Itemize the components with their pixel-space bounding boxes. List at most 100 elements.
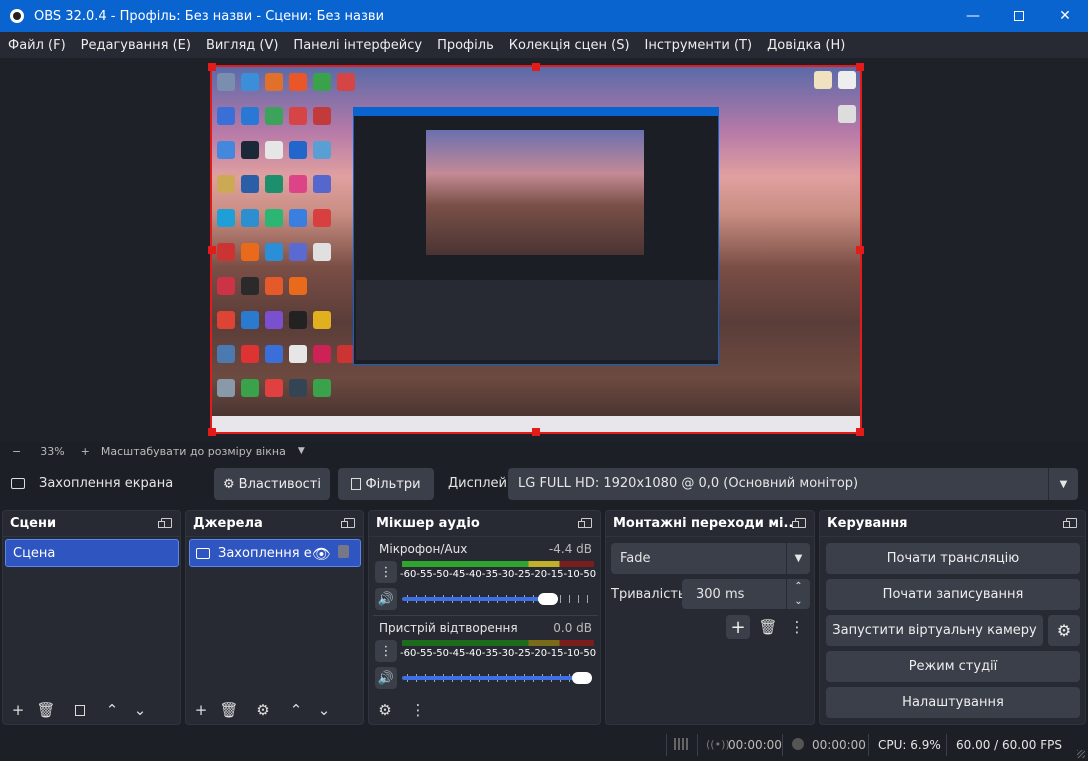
stream-time: 00:00:00 (728, 738, 782, 752)
transition-select-value: Fade (620, 551, 651, 566)
eye-icon[interactable]: 👁 (312, 545, 331, 563)
menu-scene-collection[interactable]: Колекція сцен (S) (501, 38, 637, 53)
meter-scale-tick: -45 (449, 569, 466, 580)
sources-title: Джерела (193, 516, 263, 531)
source-item[interactable]: Захоплення е 👁 (189, 539, 361, 567)
trash-icon[interactable]: 🗑 (35, 699, 57, 721)
minimize-button[interactable]: — (950, 0, 996, 32)
undock-icon[interactable] (158, 518, 172, 528)
sources-dock: Джерела Захоплення е 👁 + 🗑 ⚙ ⌃ ⌄ (185, 510, 364, 725)
chevron-down-icon: ▼ (1048, 468, 1078, 500)
resize-handle-r[interactable] (856, 246, 864, 254)
meter-scale-tick: -15 (547, 569, 564, 580)
desktop-icon-right-2 (838, 71, 856, 89)
mute-button[interactable]: 🔊 (375, 588, 397, 610)
start-recording-button[interactable]: Почати записування (826, 579, 1080, 610)
mute-button[interactable]: 🔊 (375, 667, 397, 689)
zoom-bar: − 33% + Масштабувати до розміру вікна ▼ (0, 442, 1088, 460)
studio-mode-button[interactable]: Режим студії (826, 651, 1080, 682)
scene-item[interactable]: Сцена (5, 539, 179, 567)
display-select[interactable]: LG FULL HD: 1920x1080 @ 0,0 (Основний мо… (508, 468, 1078, 500)
zoom-out-button[interactable]: − (12, 445, 21, 458)
meter-scale-tick: -30 (498, 648, 515, 659)
meter-scale-tick: -55 (416, 569, 433, 580)
virtual-camera-settings-button[interactable]: ⚙ (1048, 615, 1080, 646)
meter-scale-tick: -35 (481, 569, 499, 580)
settings-button[interactable]: Налаштування (826, 687, 1080, 718)
channel-menu-button[interactable]: ⋮ (375, 640, 397, 662)
volume-slider-handle[interactable] (572, 672, 592, 684)
move-down-icon[interactable]: ⌄ (129, 699, 151, 721)
add-scene-button[interactable]: + (7, 699, 29, 721)
channel-menu-button[interactable]: ⋮ (375, 561, 397, 583)
undock-icon[interactable] (578, 518, 592, 528)
preview-canvas[interactable] (210, 65, 862, 434)
start-streaming-button[interactable]: Почати трансляцію (826, 543, 1080, 574)
move-up-icon[interactable]: ⌃ (101, 699, 123, 721)
menu-docks[interactable]: Панелі інтерфейсу (285, 38, 429, 53)
volume-slider-handle[interactable] (537, 593, 558, 605)
zoom-level: 33% (40, 444, 65, 458)
trash-icon[interactable]: 🗑 (757, 616, 779, 638)
audio-mixer-dock: Мікшер аудіо Мікрофон/Aux -4.4 dB ⋮ -60-… (368, 510, 601, 725)
meter-scale-tick: -50 (432, 648, 450, 659)
menu-tools[interactable]: Інструменти (T) (637, 38, 760, 53)
network-signal-icon (674, 738, 688, 750)
resize-handle-bl[interactable] (208, 428, 216, 436)
zoom-fit-label[interactable]: Масштабувати до розміру вікна (101, 445, 286, 458)
zoom-in-button[interactable]: + (81, 445, 90, 458)
undock-icon[interactable] (1063, 518, 1077, 528)
speaker-icon: 🔊 (377, 670, 395, 686)
filters-button[interactable]: Фільтри (338, 468, 434, 500)
volume-slider[interactable] (402, 597, 558, 601)
resize-handle-br[interactable] (856, 428, 864, 436)
more-vertical-icon[interactable]: ⋮ (786, 616, 808, 638)
channel-db: -4.4 dB (548, 542, 592, 556)
cpu-usage: CPU: 6.9% (878, 738, 941, 752)
resize-handle-tl[interactable] (208, 63, 216, 71)
gear-icon: ⚙ (223, 476, 235, 492)
window-title: OBS 32.0.4 - Профіль: Без назви - Сцени:… (34, 8, 385, 24)
resize-handle-t[interactable] (532, 63, 540, 71)
move-down-icon[interactable]: ⌄ (313, 699, 335, 721)
menu-edit[interactable]: Редагування (E) (73, 38, 198, 53)
menu-file[interactable]: Файл (F) (0, 38, 73, 53)
close-button[interactable]: ✕ (1042, 0, 1088, 32)
streaming-icon: ((•)) (706, 738, 730, 751)
resize-grip-icon[interactable] (1077, 750, 1085, 758)
add-source-button[interactable]: + (190, 699, 212, 721)
spin-up-icon[interactable]: ⌃ (786, 579, 810, 594)
title-bar: OBS 32.0.4 - Профіль: Без назви - Сцени:… (0, 0, 1088, 32)
filter-icon (351, 478, 362, 490)
source-name: Захоплення екрана (39, 476, 174, 491)
menu-help[interactable]: Довідка (H) (759, 38, 852, 53)
trash-icon[interactable]: 🗑 (218, 699, 240, 721)
zoom-dropdown-icon[interactable]: ▼ (298, 446, 305, 456)
menu-view[interactable]: Вигляд (V) (198, 38, 285, 53)
duration-input[interactable]: 300 ms ⌃ ⌄ (682, 579, 810, 609)
maximize-button[interactable] (996, 0, 1042, 32)
scene-filters-button[interactable] (69, 699, 91, 721)
minimize-icon: — (966, 8, 980, 24)
undock-icon[interactable] (341, 518, 355, 528)
spin-down-icon[interactable]: ⌄ (786, 594, 810, 609)
resize-handle-tr[interactable] (856, 63, 864, 71)
record-icon (792, 738, 804, 750)
undock-icon[interactable] (792, 518, 806, 528)
resize-handle-l[interactable] (208, 246, 216, 254)
menu-profile[interactable]: Профіль (429, 38, 501, 53)
transition-select[interactable]: Fade ▼ (611, 543, 810, 574)
volume-meter (402, 561, 581, 567)
gear-icon[interactable]: ⚙ (252, 699, 274, 721)
add-transition-button[interactable]: + (726, 615, 750, 639)
volume-slider[interactable] (402, 676, 592, 680)
resize-handle-b[interactable] (532, 428, 540, 436)
properties-button[interactable]: ⚙ Властивості (214, 468, 330, 500)
meter-scale-tick: -10 (563, 648, 580, 659)
advanced-audio-icon[interactable]: ⚙ (374, 699, 396, 721)
start-virtual-camera-button[interactable]: Запустити віртуальну камеру (826, 615, 1043, 646)
lock-icon[interactable] (338, 545, 349, 558)
more-vertical-icon[interactable]: ⋮ (407, 699, 429, 721)
controls-title: Керування (827, 516, 908, 531)
move-up-icon[interactable]: ⌃ (285, 699, 307, 721)
